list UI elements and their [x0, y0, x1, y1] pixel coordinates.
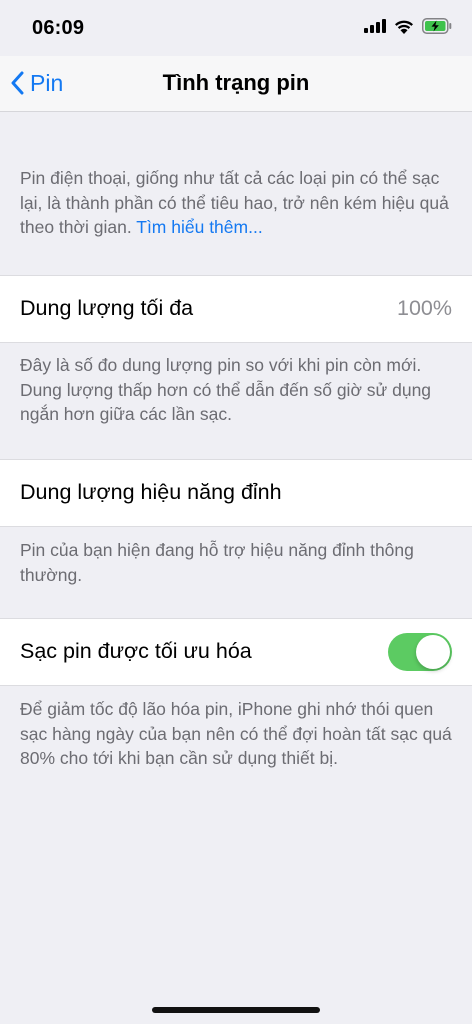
signal-icon [364, 19, 386, 33]
wifi-icon [395, 20, 413, 34]
max-capacity-value: 100% [397, 296, 452, 320]
status-time: 06:09 [32, 17, 85, 39]
optimized-charging-toggle[interactable] [388, 633, 452, 671]
status-bar: 06:09 [0, 0, 472, 56]
intro-description: Pin điện thoại, giống như tất cả các loạ… [20, 166, 454, 240]
home-indicator[interactable] [152, 1007, 320, 1013]
status-icons [364, 18, 452, 34]
toggle-knob [416, 635, 450, 669]
peak-performance-label: Dung lượng hiệu năng đỉnh [20, 480, 282, 504]
max-capacity-description: Đây là số đo dung lượng pin so với khi p… [20, 355, 432, 424]
max-capacity-label: Dung lượng tối đa [20, 296, 194, 320]
peak-performance-description: Pin của bạn hiện đang hỗ trợ hiệu năng đ… [20, 540, 414, 585]
max-capacity-row: Dung lượng tối đa 100% [0, 275, 472, 343]
battery-charging-icon [422, 18, 452, 34]
optimized-charging-row: Sạc pin được tối ưu hóa [0, 618, 472, 686]
learn-more-link[interactable]: Tìm hiểu thêm... [136, 217, 262, 237]
optimized-charging-label: Sạc pin được tối ưu hóa [20, 639, 252, 663]
page-title: Tình trạng pin [162, 70, 310, 95]
optimized-charging-description: Để giảm tốc độ lão hóa pin, iPhone ghi n… [20, 699, 452, 768]
peak-performance-row: Dung lượng hiệu năng đỉnh [0, 459, 472, 527]
nav-bar: Pin Tình trạng pin [0, 56, 472, 112]
